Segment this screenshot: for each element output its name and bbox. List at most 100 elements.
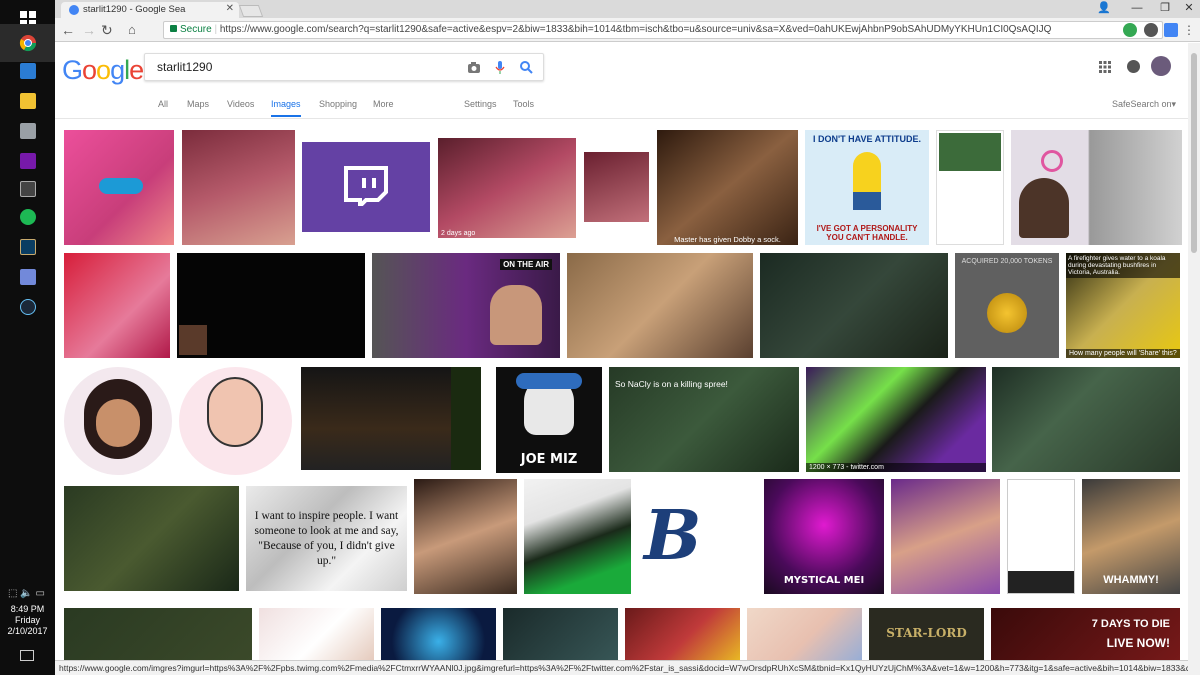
- steam-taskbar-button[interactable]: [0, 288, 55, 326]
- tab-more[interactable]: More: [373, 99, 394, 109]
- tab-maps[interactable]: Maps: [187, 99, 209, 109]
- image-result[interactable]: [524, 479, 631, 594]
- secure-label: Secure: [180, 24, 212, 35]
- calculator-icon: [19, 181, 36, 197]
- settings-link[interactable]: Settings: [464, 99, 497, 109]
- league-icon: [19, 239, 36, 255]
- tab-images[interactable]: Images: [271, 99, 301, 117]
- extension-icon[interactable]: [1144, 23, 1158, 37]
- image-caption: MYSTICAL MEI: [783, 575, 865, 586]
- address-toolbar: ← → ↻ ⌂ Secure | https://www.google.com/…: [55, 18, 1200, 42]
- mystical-mei-result[interactable]: MYSTICAL MEI: [764, 479, 884, 594]
- image-caption: I want to inspire people. I want someone…: [254, 509, 399, 567]
- image-caption: 1200 × 773 - twitter.com: [806, 463, 986, 472]
- tools-link[interactable]: Tools: [513, 99, 534, 109]
- home-button[interactable]: ⌂: [128, 21, 136, 39]
- tab-videos[interactable]: Videos: [227, 99, 254, 109]
- tab-close-icon[interactable]: ✕: [226, 3, 234, 14]
- tab-google-search[interactable]: starlit1290 - Google Sea ✕: [61, 2, 239, 18]
- url-text: https://www.google.com/search?q=starlit1…: [219, 24, 1052, 35]
- extension-blue-icon[interactable]: [1164, 23, 1178, 37]
- joemiz-logo-result[interactable]: JOE MIZ: [496, 367, 602, 473]
- user-profile-icon[interactable]: 👤: [1090, 0, 1118, 16]
- image-caption: LIVE NOW!: [1106, 636, 1170, 650]
- avatar-drawing-result[interactable]: [179, 367, 292, 475]
- clock-day: Friday: [14, 615, 40, 625]
- search-query: starlit1290: [157, 60, 213, 74]
- onenote-icon: [19, 153, 36, 169]
- image-caption: JOE MIZ: [520, 452, 578, 467]
- image-result[interactable]: [992, 367, 1180, 472]
- scrollbar-thumb[interactable]: [1191, 53, 1197, 253]
- image-caption: So NaCly is on a killing spree!: [615, 379, 728, 389]
- image-result[interactable]: [891, 479, 1000, 594]
- safesearch-dropdown[interactable]: SafeSearch on▾: [1112, 99, 1176, 110]
- minimize-button[interactable]: —: [1123, 0, 1151, 16]
- forward-button[interactable]: →: [82, 21, 96, 39]
- microphone-icon[interactable]: [493, 60, 507, 74]
- image-result[interactable]: So NaCly is on a killing spree!: [609, 367, 799, 472]
- mail-icon: [19, 63, 36, 79]
- extension-check-icon[interactable]: [1123, 23, 1137, 37]
- tab-all[interactable]: All: [158, 99, 168, 109]
- image-result[interactable]: [182, 130, 295, 245]
- crochet-image-result[interactable]: 1200 × 773 - twitter.com: [806, 367, 986, 472]
- image-result[interactable]: 2 days ago: [438, 138, 576, 238]
- image-result[interactable]: [64, 486, 239, 591]
- image-result[interactable]: ON THE AIR: [372, 253, 560, 358]
- whammy-image-result[interactable]: WHAMMY!: [1082, 479, 1180, 594]
- discord-icon: [19, 269, 36, 285]
- reload-button[interactable]: ↻: [101, 21, 113, 39]
- search-input[interactable]: starlit1290: [144, 53, 544, 81]
- spotify-icon: [19, 209, 36, 225]
- image-caption: 2 days ago: [441, 230, 476, 237]
- taskbar-clock[interactable]: 8:49 PM Friday 2/10/2017: [0, 604, 55, 637]
- koala-image-result[interactable]: A firefighter gives water to a koala dur…: [1066, 253, 1180, 358]
- image-caption: 7 DAYS TO DIE: [1091, 618, 1170, 630]
- apps-grid-icon[interactable]: [1099, 61, 1111, 73]
- action-center-icon[interactable]: [20, 650, 34, 661]
- image-result[interactable]: [584, 152, 649, 222]
- image-result[interactable]: [1007, 479, 1075, 594]
- windows-taskbar: ⬚ 🔈 ▭ 8:49 PM Friday 2/10/2017: [0, 0, 55, 675]
- avatar-drawing-result[interactable]: [64, 367, 172, 475]
- devices-icon: [19, 123, 36, 139]
- notifications-icon[interactable]: [1127, 60, 1140, 73]
- search-icon[interactable]: [519, 60, 533, 74]
- image-result[interactable]: [567, 253, 753, 358]
- new-tab-button[interactable]: [238, 5, 264, 17]
- quote-image-result[interactable]: I want to inspire people. I want someone…: [246, 486, 407, 591]
- steam-icon: [19, 299, 36, 315]
- account-avatar[interactable]: [1151, 56, 1171, 76]
- image-result[interactable]: [760, 253, 948, 358]
- minion-image-result[interactable]: I DON'T HAVE ATTITUDE. I'VE GOT A PERSON…: [805, 130, 929, 245]
- image-result[interactable]: [64, 130, 174, 245]
- image-result[interactable]: [301, 367, 481, 470]
- dobby-image-result[interactable]: Master has given Dobby a sock.: [657, 130, 798, 245]
- lock-icon: [170, 25, 177, 32]
- page-scrollbar[interactable]: [1188, 43, 1200, 675]
- b-logo-result[interactable]: B: [638, 486, 758, 586]
- image-result[interactable]: [414, 479, 517, 594]
- image-caption: I DON'T HAVE ATTITUDE.: [813, 134, 921, 144]
- tab-shopping[interactable]: Shopping: [319, 99, 357, 109]
- image-caption: I'VE GOT A PERSONALITY YOU CAN'T HANDLE.: [816, 224, 918, 242]
- omnibox[interactable]: Secure | https://www.google.com/search?q…: [163, 21, 1163, 39]
- folder-icon: [19, 93, 36, 109]
- safesearch-label: SafeSearch on: [1112, 99, 1172, 109]
- tray-icons[interactable]: ⬚ 🔈 ▭: [8, 588, 45, 599]
- image-result[interactable]: [936, 130, 1004, 245]
- tab-title: starlit1290 - Google Sea: [83, 4, 186, 15]
- clock-time: 8:49 PM: [10, 604, 45, 614]
- image-result[interactable]: [1011, 130, 1182, 245]
- close-window-button[interactable]: ✕: [1175, 0, 1200, 16]
- image-result[interactable]: [64, 253, 170, 358]
- google-logo[interactable]: Google: [62, 55, 144, 86]
- chrome-menu-icon[interactable]: ⋮: [1183, 21, 1195, 39]
- clock-date: 2/10/2017: [7, 626, 48, 636]
- camera-icon[interactable]: [467, 60, 481, 74]
- image-result[interactable]: ACQUIRED 20,000 TOKENS: [955, 253, 1059, 358]
- twitch-logo-result[interactable]: [302, 142, 430, 232]
- image-result[interactable]: [177, 253, 365, 358]
- back-button[interactable]: ←: [61, 21, 75, 39]
